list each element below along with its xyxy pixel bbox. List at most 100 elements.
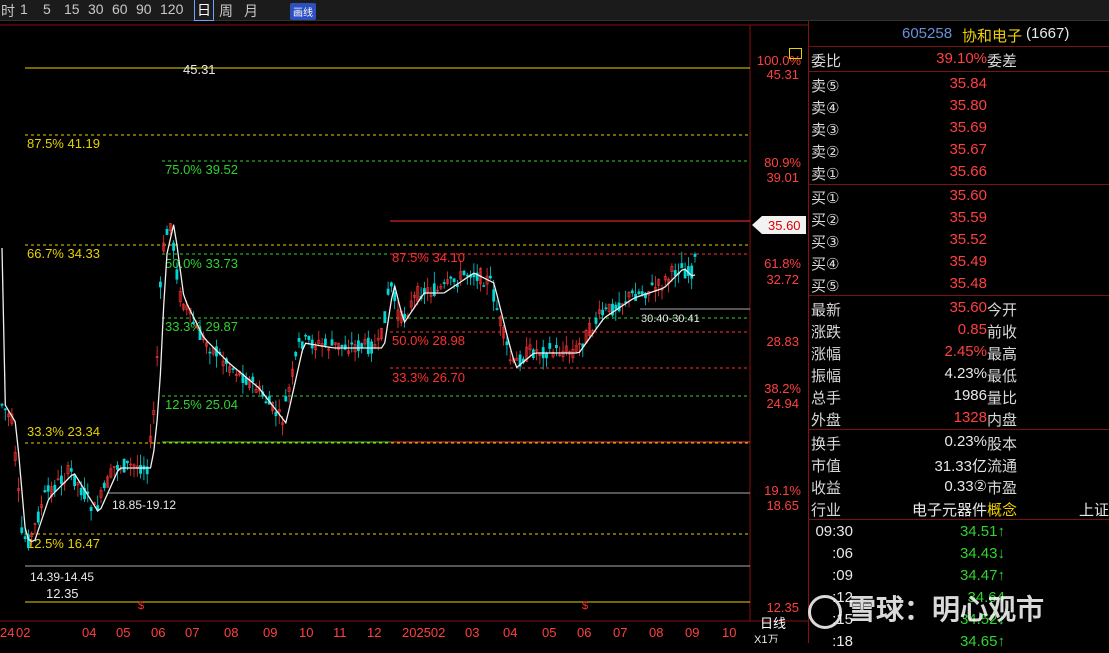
candle-body (330, 339, 334, 346)
draw-line-button[interactable]: 画线 (290, 3, 316, 20)
sell-row-3-label: 卖③ (811, 122, 840, 139)
concept-label[interactable]: 概念 (987, 499, 1017, 520)
candle-body (284, 396, 288, 402)
industry-value[interactable]: 电子元器件 (912, 499, 987, 520)
sell-row-2-label: 卖② (811, 144, 840, 161)
tick-row: 09:30 34.51↑ (809, 521, 1109, 543)
moving-average-line (1, 224, 696, 543)
candle-body (20, 527, 24, 534)
x-axis-label: 04 (82, 625, 96, 640)
candle-body (693, 253, 697, 257)
sell-row-5-label: 卖⑤ (811, 78, 840, 95)
candle-body (488, 275, 492, 279)
axis-label-4531: 45.31 (766, 67, 799, 82)
axis-label-1235: 12.35 (766, 600, 799, 615)
period-120min[interactable]: 120 (160, 1, 183, 17)
buy-row-4-label: 买④ (811, 256, 840, 273)
candle-body (452, 278, 456, 283)
weicha-label: 委差 (987, 53, 1018, 70)
x-axis-label: 09 (263, 625, 277, 640)
watermark-text: 雪球：明心观市 (848, 594, 1045, 625)
unit-label: X1万 (754, 634, 778, 643)
candle-body (175, 269, 179, 280)
tick-time: :18 (832, 633, 853, 650)
candle-body (383, 311, 387, 324)
sell-row-4-value: 35.80 (949, 97, 987, 114)
info-row-1: 市值 31.33亿 流通 (809, 453, 1109, 475)
stat-row-0-label2: 今开 (987, 302, 1018, 319)
candle-body (604, 307, 608, 310)
period-1min[interactable]: 1 (20, 1, 28, 17)
divider (809, 295, 1109, 296)
watermark: 雪球：明心观市 (808, 588, 1044, 629)
fib-left-label-333: 33.3% 23.34 (27, 424, 100, 439)
period-5min[interactable]: 5 (43, 1, 51, 17)
stat-row-3-value: 4.23% (944, 365, 987, 382)
candle-body (43, 490, 47, 493)
candle-body (449, 276, 453, 279)
period-30min[interactable]: 30 (88, 1, 104, 17)
candle-body (393, 291, 397, 302)
period-day[interactable]: 日 (194, 0, 214, 21)
tick-row: :06 34.43↓ (809, 543, 1109, 565)
candle-body (244, 377, 248, 385)
period-week[interactable]: 周 (219, 1, 233, 21)
range-label-1: 18.85-19.12 (112, 498, 176, 512)
candle-body (690, 265, 694, 279)
candle-body (192, 321, 195, 324)
candle-body (465, 274, 469, 277)
stat-row-4-label: 总手 (811, 390, 842, 407)
period-15min[interactable]: 15 (64, 1, 80, 17)
snowball-logo-icon (808, 594, 842, 629)
sell-row-1-label: 卖① (811, 166, 840, 183)
info-row-0-label2: 股本 (987, 436, 1018, 453)
stat-row-3: 振幅 4.23% 最低 (809, 363, 1109, 385)
stat-row-5-value: 1328 (953, 409, 987, 426)
x-axis-label: 24 (0, 625, 14, 640)
period-60min[interactable]: 60 (112, 1, 128, 17)
candle-body (492, 289, 496, 302)
tick-price: 34.51↑ (959, 523, 1005, 540)
candle-body (159, 281, 162, 288)
candle-body (297, 338, 301, 342)
candle-body (614, 304, 618, 310)
stat-row-4-label2: 量比 (987, 390, 1018, 407)
buy-row-3-value: 35.52 (949, 231, 987, 248)
candle-body (350, 342, 354, 345)
period-time[interactable]: 时 (1, 1, 15, 21)
fib-left-label-667: 66.7% 34.33 (27, 246, 100, 261)
candle-body (304, 334, 308, 337)
candle-body (165, 229, 169, 235)
stat-row-0: 最新 35.60 今开 (809, 297, 1109, 319)
info-row-0: 换手 0.23% 股本 (809, 431, 1109, 453)
candle-body (389, 282, 393, 287)
stat-row-4: 总手 1986 量比 (809, 385, 1109, 407)
x-axis-label: 10 (722, 625, 736, 640)
period-90min[interactable]: 90 (136, 1, 152, 17)
stat-row-1: 涨跌 0.85 前收 (809, 319, 1109, 341)
fib-mid-label-50: 50.0% 33.73 (165, 256, 238, 271)
quote-panel: 605258 协和电子 (1667) 委比 39.10% 委差 卖⑤ 35.84 卖… (808, 21, 1109, 650)
buy-row-5-value: 35.48 (949, 275, 987, 292)
range-label-2: 14.39-14.45 (30, 570, 94, 584)
candle-body (122, 458, 126, 473)
period-month[interactable]: 月 (244, 1, 258, 21)
candle-body (462, 270, 466, 276)
divider (809, 46, 1109, 47)
x-axis-label: 02 (16, 625, 30, 640)
sell-row-3-value: 35.69 (949, 119, 987, 136)
panel-toggle-icon[interactable] (789, 48, 802, 59)
sell-row-3: 卖③ 35.69 (809, 117, 1109, 139)
candle-body (683, 270, 687, 279)
axis-label-3901: 39.01 (766, 170, 799, 185)
info-row-2: 收益 0.33② 市盈 (809, 475, 1109, 497)
fib-right-label-333: 33.3% 26.70 (392, 370, 465, 385)
buy-row-5-label: 买⑤ (811, 278, 840, 295)
stat-row-1-label2: 前收 (987, 324, 1018, 341)
kline-chart[interactable]: 87.5% 41.19 66.7% 34.33 33.3% 23.34 12.5… (0, 21, 808, 643)
candle-body (601, 309, 605, 316)
divider (809, 519, 1109, 520)
candle-body (432, 283, 436, 296)
buy-row-1-value: 35.60 (949, 187, 987, 204)
x-axis-label: 202502 (402, 625, 445, 640)
